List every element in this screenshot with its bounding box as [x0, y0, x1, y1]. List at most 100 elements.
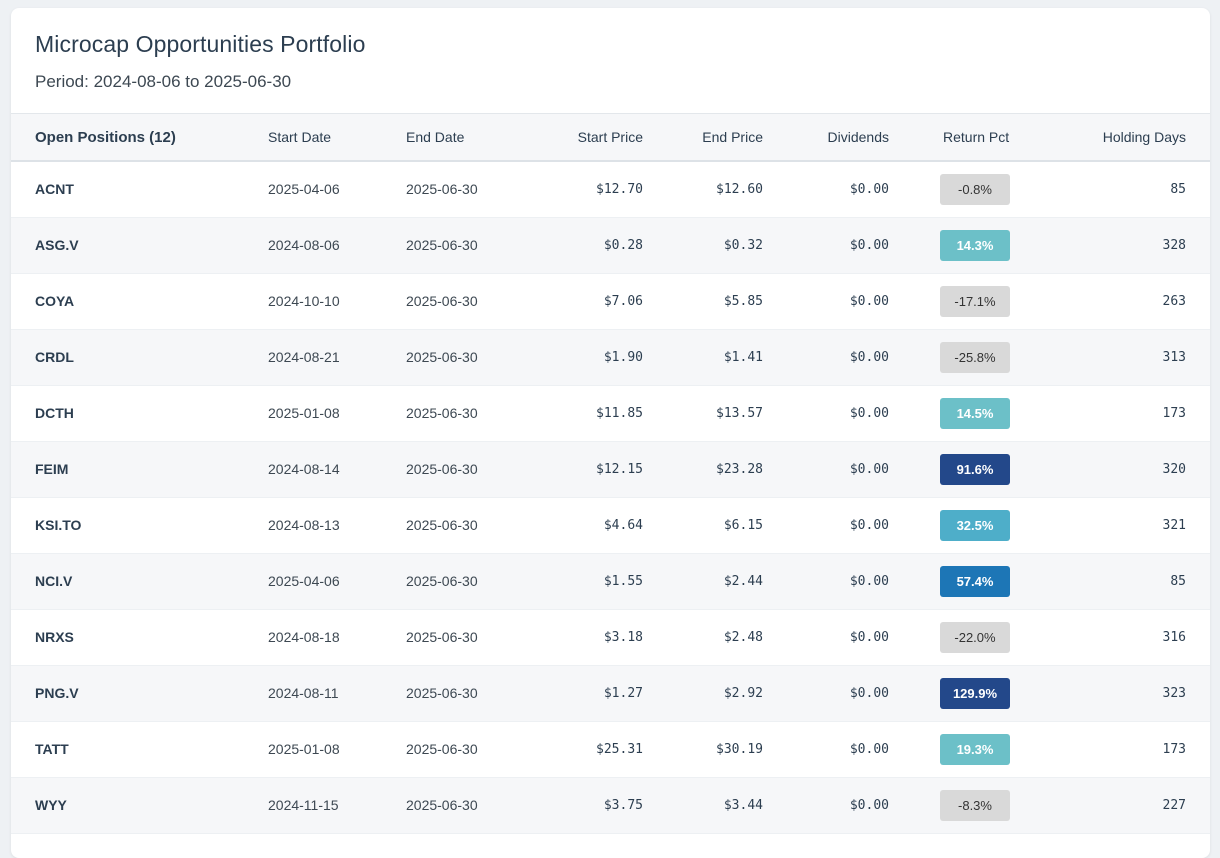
column-header-holding-days[interactable]: Holding Days: [1059, 114, 1210, 161]
return-pct-cell: -8.3%: [913, 777, 1059, 833]
return-badge: 129.9%: [940, 677, 1010, 709]
ticker-cell: FEIM: [35, 461, 69, 477]
ticker-cell: DCTH: [35, 405, 74, 421]
holding-days-cell: 316: [1162, 629, 1186, 645]
end-price-cell: $3.44: [723, 797, 763, 813]
return-badge: -0.8%: [940, 173, 1010, 205]
dividends-cell: $0.00: [849, 573, 889, 589]
return-badge: 14.3%: [940, 229, 1010, 261]
dividends-cell: $0.00: [849, 461, 889, 477]
holding-days-cell: 263: [1162, 293, 1186, 309]
return-pct-cell: -25.8%: [913, 329, 1059, 385]
end-price-cell: $1.41: [723, 349, 763, 365]
column-header-end-price[interactable]: End Price: [667, 114, 787, 161]
portfolio-card: Microcap Opportunities Portfolio Period:…: [11, 8, 1210, 858]
table-row[interactable]: COYA 2024-10-10 2025-06-30 $7.06 $5.85 $0.00 -…: [11, 273, 1210, 329]
end-date-cell: 2025-06-30: [406, 517, 478, 533]
end-date-cell: 2025-06-30: [406, 741, 478, 757]
return-pct-cell: 19.3%: [913, 721, 1059, 777]
table-row[interactable]: NCI.V 2025-04-06 2025-06-30 $1.55 $2.44 $0.00…: [11, 553, 1210, 609]
end-price-cell: $5.85: [723, 293, 763, 309]
return-pct-cell: 91.6%: [913, 441, 1059, 497]
portfolio-header: Microcap Opportunities Portfolio Period:…: [11, 8, 1210, 114]
end-price-cell: $23.28: [716, 461, 763, 477]
table-row[interactable]: WYY 2024-11-15 2025-06-30 $3.75 $3.44 $0.00 -8…: [11, 777, 1210, 833]
dividends-cell: $0.00: [849, 629, 889, 645]
ticker-cell: NCI.V: [35, 573, 73, 589]
return-pct-cell: 14.5%: [913, 385, 1059, 441]
start-date-cell: 2024-08-21: [268, 349, 340, 365]
dividends-cell: $0.00: [849, 181, 889, 197]
start-date-cell: 2024-08-11: [268, 685, 339, 701]
ticker-cell: WYY: [35, 797, 67, 813]
return-pct-cell: -0.8%: [913, 161, 1059, 217]
table-row[interactable]: ASG.V 2024-08-06 2025-06-30 $0.28 $0.32 $0.00…: [11, 217, 1210, 273]
ticker-cell: NRXS: [35, 629, 74, 645]
start-price-cell: $4.64: [603, 517, 643, 533]
ticker-cell: KSI.TO: [35, 517, 82, 533]
column-header-positions[interactable]: Open Positions (12): [11, 114, 244, 161]
end-price-cell: $6.15: [723, 517, 763, 533]
dividends-cell: $0.00: [849, 237, 889, 253]
table-row[interactable]: KSI.TO 2024-08-13 2025-06-30 $4.64 $6.15 $0.0…: [11, 497, 1210, 553]
column-header-dividends[interactable]: Dividends: [787, 114, 913, 161]
column-header-return-pct[interactable]: Return Pct: [913, 114, 1059, 161]
start-date-cell: 2024-08-18: [268, 629, 340, 645]
end-date-cell: 2025-06-30: [406, 349, 478, 365]
end-date-cell: 2025-06-30: [406, 685, 478, 701]
start-price-cell: $11.85: [596, 405, 643, 421]
start-date-cell: 2024-08-06: [268, 237, 340, 253]
end-date-cell: 2025-06-30: [406, 629, 478, 645]
end-price-cell: $0.32: [723, 237, 763, 253]
start-price-cell: $1.90: [603, 349, 643, 365]
return-pct-cell: 57.4%: [913, 553, 1059, 609]
return-badge: 19.3%: [940, 733, 1010, 765]
end-date-cell: 2025-06-30: [406, 797, 478, 813]
return-pct-cell: 129.9%: [913, 665, 1059, 721]
period-label: Period: 2024-08-06 to 2025-06-30: [35, 72, 292, 91]
start-price-cell: $0.28: [603, 237, 643, 253]
table-row[interactable]: CRDL 2024-08-21 2025-06-30 $1.90 $1.41 $0.00 -…: [11, 329, 1210, 385]
table-row[interactable]: NRXS 2024-08-18 2025-06-30 $3.18 $2.48 $0.00 -…: [11, 609, 1210, 665]
holding-days-cell: 173: [1162, 405, 1186, 421]
start-date-cell: 2025-04-06: [268, 181, 340, 198]
table-row[interactable]: FEIM 2024-08-14 2025-06-30 $12.15 $23.28 $0.0…: [11, 441, 1210, 497]
positions-table: Open Positions (12) Start Date End Date …: [11, 114, 1210, 834]
return-pct-cell: -17.1%: [913, 273, 1059, 329]
start-date-cell: 2025-01-08: [268, 405, 340, 421]
ticker-cell: ACNT: [35, 181, 74, 198]
table-row[interactable]: ACNT 2025-04-06 2025-06-30 $12.70 $12.60 $0.0…: [11, 161, 1210, 217]
dividends-cell: $0.00: [849, 685, 889, 701]
dividends-cell: $0.00: [849, 405, 889, 421]
dividends-cell: $0.00: [849, 517, 889, 533]
return-badge: 57.4%: [940, 565, 1010, 597]
end-price-cell: $30.19: [716, 741, 763, 757]
end-price-cell: $13.57: [716, 405, 763, 421]
dividends-cell: $0.00: [849, 741, 889, 757]
return-pct-cell: 32.5%: [913, 497, 1059, 553]
column-header-start-date[interactable]: Start Date: [244, 114, 382, 161]
holding-days-cell: 321: [1162, 517, 1186, 533]
holding-days-cell: 313: [1162, 349, 1186, 365]
return-pct-cell: 14.3%: [913, 217, 1059, 273]
holding-days-cell: 323: [1162, 685, 1186, 701]
end-price-cell: $2.44: [723, 573, 763, 589]
return-badge: 14.5%: [940, 397, 1010, 429]
end-date-cell: 2025-06-30: [406, 181, 478, 198]
table-row[interactable]: PNG.V 2024-08-11 2025-06-30 $1.27 $2.92 $0.00…: [11, 665, 1210, 721]
start-price-cell: $25.31: [596, 741, 643, 757]
return-badge: -22.0%: [940, 621, 1010, 653]
return-badge: 32.5%: [940, 509, 1010, 541]
start-date-cell: 2024-11-15: [268, 797, 339, 813]
start-price-cell: $3.75: [603, 797, 643, 813]
page-title: Microcap Opportunities Portfolio: [35, 31, 366, 57]
table-row[interactable]: TATT 2025-01-08 2025-06-30 $25.31 $30.19 $0.0…: [11, 721, 1210, 777]
column-header-end-date[interactable]: End Date: [382, 114, 520, 161]
end-date-cell: 2025-06-30: [406, 237, 478, 253]
dividends-cell: $0.00: [849, 349, 889, 365]
start-price-cell: $3.18: [603, 629, 643, 645]
ticker-cell: COYA: [35, 293, 75, 309]
table-row[interactable]: DCTH 2025-01-08 2025-06-30 $11.85 $13.57 $0.0…: [11, 385, 1210, 441]
return-badge: -25.8%: [940, 341, 1010, 373]
column-header-start-price[interactable]: Start Price: [520, 114, 667, 161]
